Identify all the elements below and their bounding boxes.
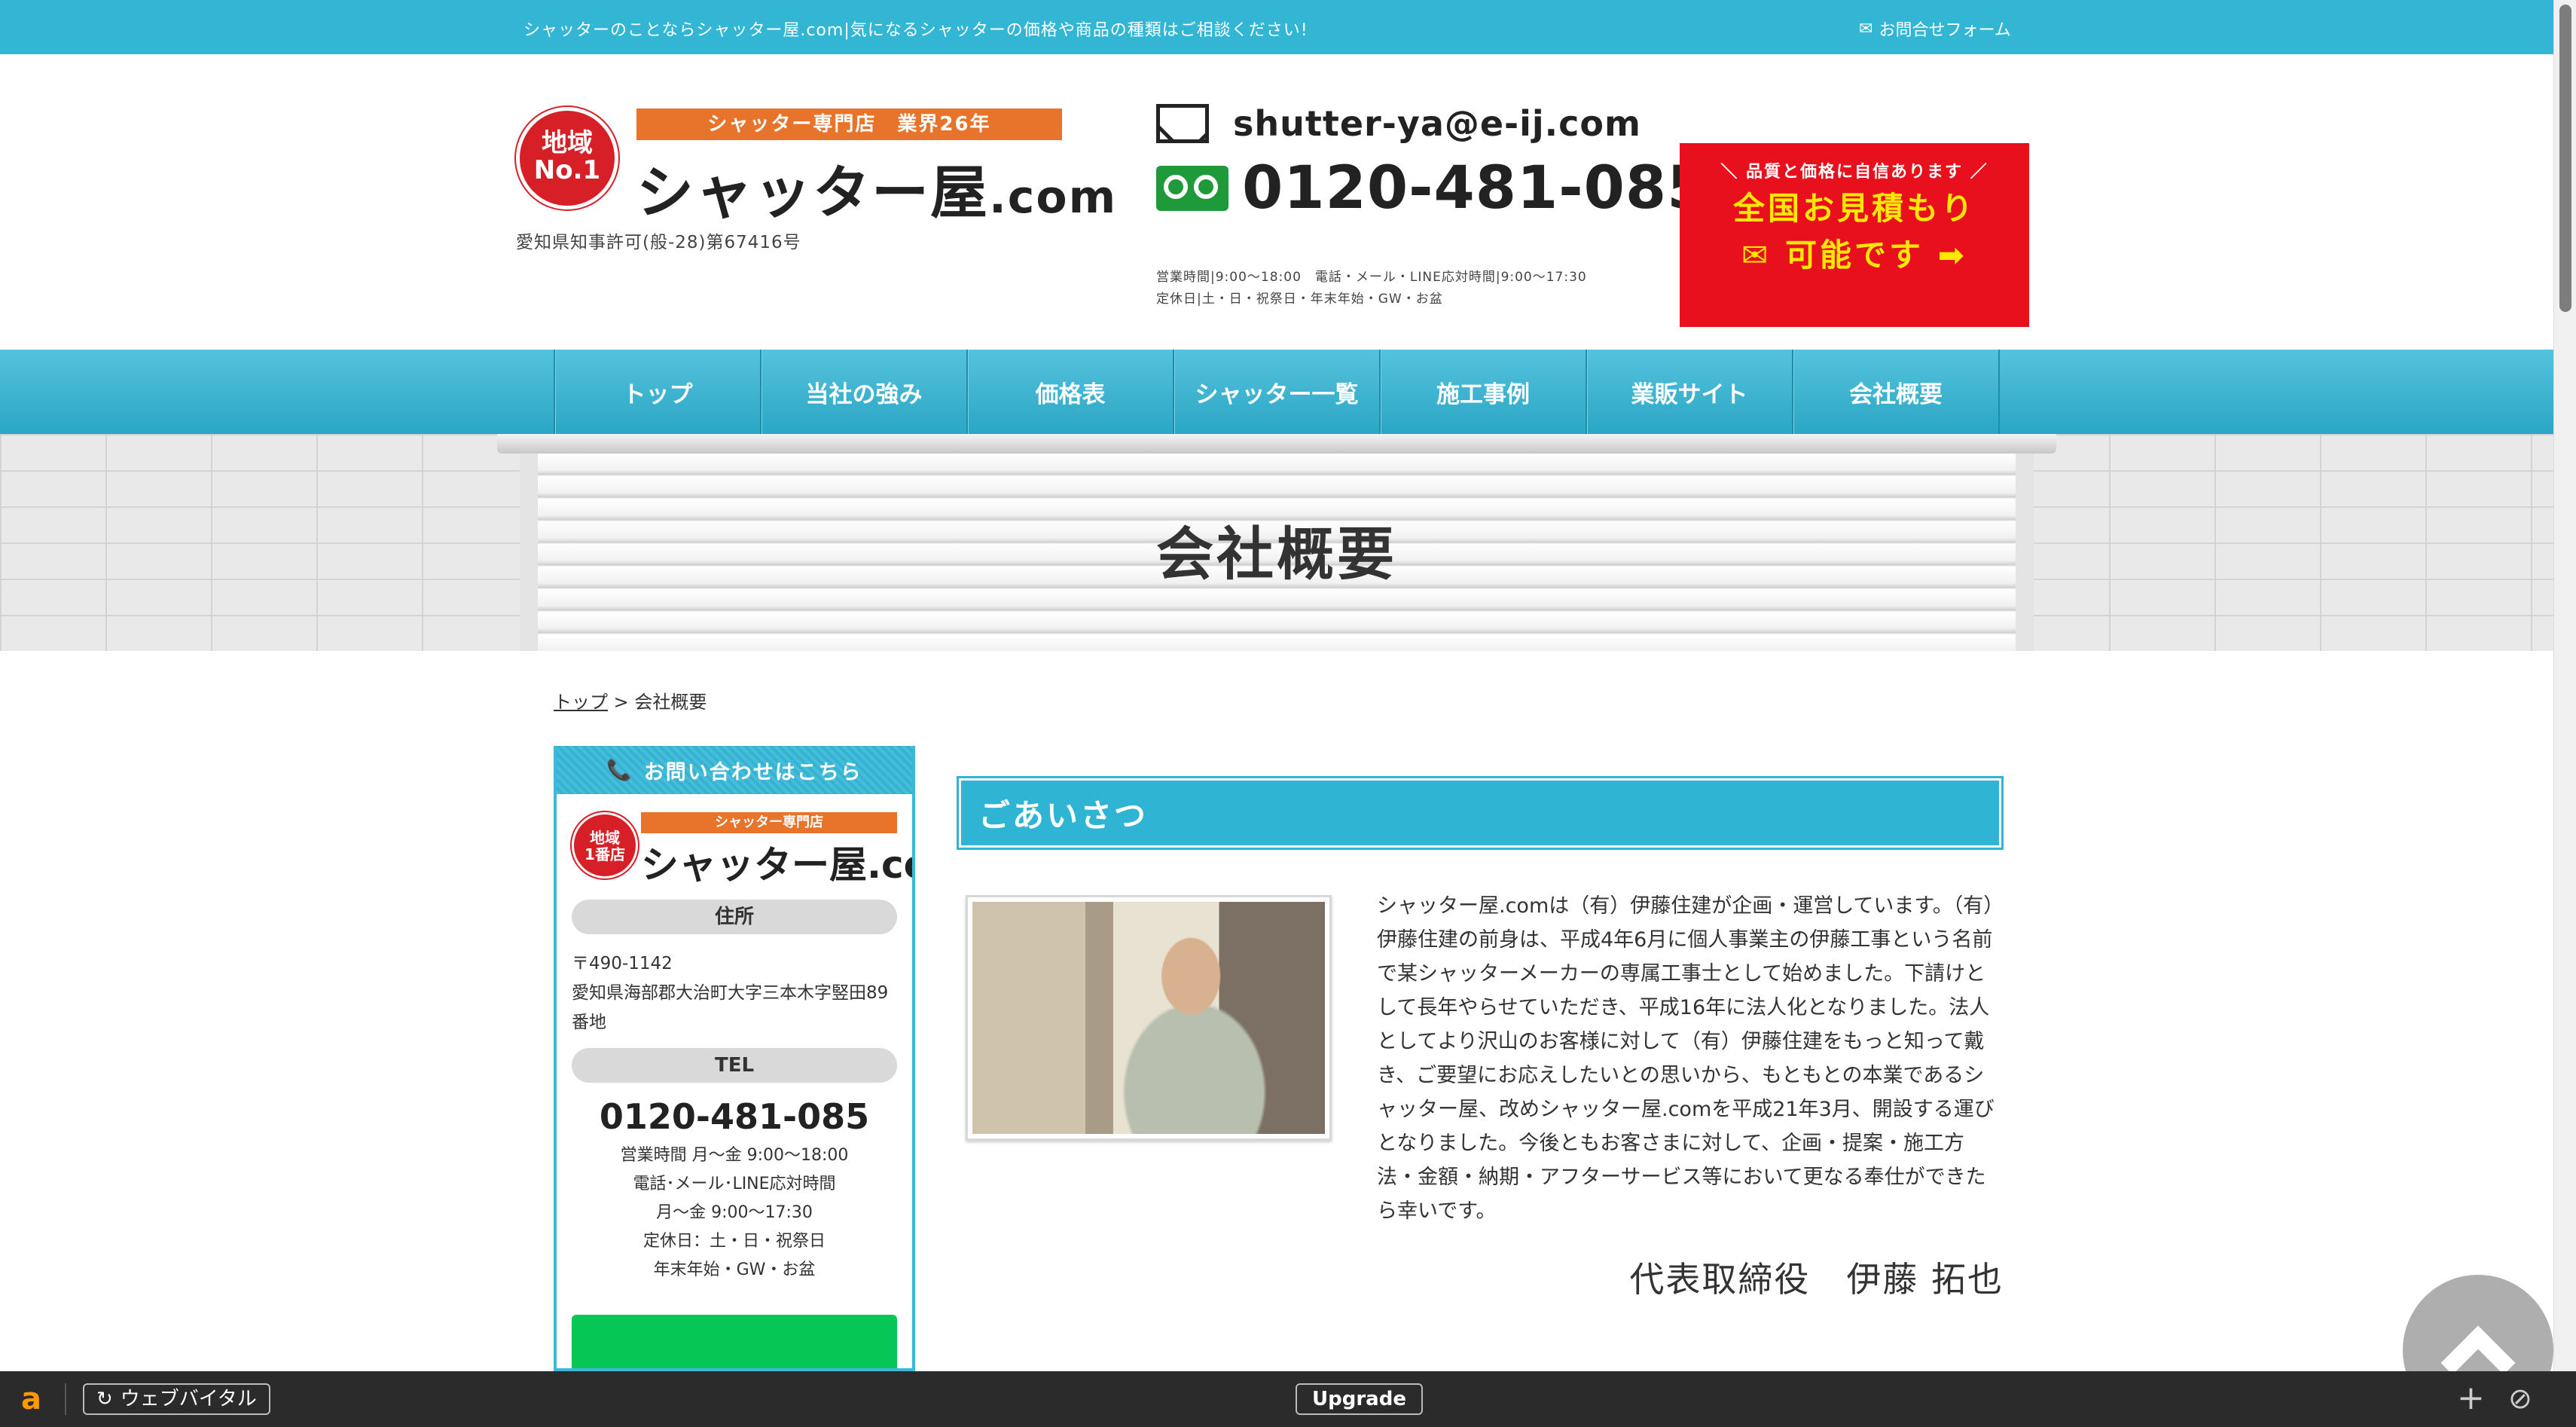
estimate-line1: 全国お見積もり	[1732, 190, 1976, 227]
contact-form-link[interactable]: ✉ お問合せフォーム	[1859, 17, 2011, 41]
page-scrollbar[interactable]	[2553, 0, 2576, 1371]
breadcrumb-current: 会社概要	[634, 692, 707, 713]
web-vitals-button[interactable]: ↻ ウェブバイタル	[83, 1383, 270, 1415]
nav-item-strengths[interactable]: 当社の強み	[762, 350, 968, 434]
postal-code: 〒490-1142	[572, 954, 673, 973]
sidebar-logo-badge: 地域 1番店	[572, 812, 638, 879]
sidebar-hours: 営業時間 月〜金 9:00〜18:00 電話･メール･LINE応対時間 月〜金 …	[557, 1141, 912, 1285]
business-hours: 営業時間|9:00〜18:00 電話・メール・LINE応対時間|9:00〜17:…	[1156, 267, 1587, 310]
address-label: 住所	[572, 900, 897, 934]
refresh-icon: ↻	[96, 1388, 113, 1410]
contact-sidebar: 📞 お問い合わせはこちら 地域 1番店 シャッター専門店 シャッター屋.com …	[554, 746, 915, 1371]
hours-line: 年末年始・GW・お盆	[653, 1260, 816, 1279]
street-address: 愛知県海部郡大治町大字三本木字竪田89番地	[572, 983, 889, 1032]
nav-item-top[interactable]: トップ	[555, 350, 762, 434]
estimate-line2: ✉ 可能です ➡	[1741, 237, 1967, 273]
page-hero: 会社概要	[0, 434, 2553, 651]
nav-item-prices[interactable]: 価格表	[968, 350, 1174, 434]
breadcrumb-home[interactable]: トップ	[554, 692, 608, 713]
address-text: 〒490-1142 愛知県海部郡大治町大字三本木字竪田89番地	[572, 949, 897, 1037]
logo-name: シャッター屋.com	[636, 146, 1117, 229]
main-content: ごあいさつ シャッター屋.comは（有）伊藤住建が企画・運営しています。（有）伊…	[957, 776, 2004, 1300]
sidebar-logo: 地域 1番店 シャッター専門店 シャッター屋.com	[572, 805, 912, 889]
hours-line: 定休日：土・日・祝祭日	[642, 1232, 826, 1251]
greeting-text: シャッター屋.comは（有）伊藤住建が企画・運営しています。（有）伊藤住建の前身…	[1377, 894, 1995, 1223]
hours-line: 営業時間 月〜金 9:00〜18:00	[620, 1146, 849, 1165]
top-bar: シャッターのことならシャッター屋.com|気になるシャッターの価格や商品の種類は…	[0, 0, 2553, 54]
hours-line: 電話･メール･LINE応対時間	[633, 1175, 836, 1193]
contact-form-label: お問合せフォーム	[1879, 21, 2011, 40]
logo-name-text: シャッター屋	[636, 159, 989, 226]
nav-item-shutters[interactable]: シャッター一覧	[1174, 350, 1381, 434]
business-hours-line: 営業時間|9:00〜18:00 電話・メール・LINE応対時間|9:00〜17:…	[1156, 270, 1587, 285]
logo-name-suffix: .com	[989, 171, 1118, 224]
envelope-icon	[1156, 104, 1209, 143]
page-title: 会社概要	[1156, 521, 1397, 588]
sidebar-logo-name: シャッター屋.com	[641, 843, 912, 887]
logo-badge-line1: 地域	[542, 128, 593, 158]
shutter-frame	[497, 434, 2056, 454]
email-address[interactable]: shutter-ya@e-ij.com	[1233, 103, 1641, 144]
section-title-greeting: ごあいさつ	[957, 776, 2004, 850]
upgrade-button[interactable]: Upgrade	[1296, 1383, 1423, 1415]
logo-ribbon: シャッター専門店 業界26年	[636, 108, 1062, 140]
breadcrumb: トップ > 会社概要	[554, 687, 707, 714]
scrollbar-thumb[interactable]	[2559, 5, 2571, 312]
logo-badge-line2: No.1	[533, 154, 601, 185]
amazon-logo-icon[interactable]: a	[21, 1382, 41, 1416]
estimate-banner-button[interactable]: ＼ 品質と価格に自信あります ／ 全国お見積もり ✉ 可能です ➡	[1680, 143, 2029, 327]
site-logo[interactable]: 地域 No.1 シャッター専門店 業界26年 シャッター屋.com	[516, 107, 1116, 226]
phone-contact[interactable]: 0120-481-085	[1156, 154, 1708, 222]
nav-item-wholesale[interactable]: 業販サイト	[1587, 350, 1793, 434]
holiday-line: 定休日|土・日・祝祭日・年末年始・GW・お盆	[1156, 292, 1443, 307]
plus-icon[interactable]: +	[2457, 1379, 2485, 1417]
sidebar-logo-ribbon: シャッター専門店	[641, 812, 897, 833]
sidebar-phone-number[interactable]: 0120-481-085	[557, 1096, 912, 1137]
site-tagline: シャッターのことならシャッター屋.com|気になるシャッターの価格や商品の種類は…	[523, 21, 1308, 40]
freedial-icon	[1156, 166, 1228, 211]
email-contact[interactable]: shutter-ya@e-ij.com	[1156, 103, 1641, 144]
president-photo	[966, 895, 1332, 1141]
president-signature: 代表取締役 伊藤 拓也	[1629, 1259, 2004, 1300]
license-text: 愛知県知事許可(般-28)第67416号	[516, 233, 801, 252]
site-header: 地域 No.1 シャッター専門店 業界26年 シャッター屋.com 愛知県知事許…	[0, 54, 2553, 350]
web-vitals-label: ウェブバイタル	[120, 1388, 257, 1410]
toolbar-divider	[65, 1383, 66, 1415]
nav-item-cases[interactable]: 施工事例	[1381, 350, 1587, 434]
phone-number[interactable]: 0120-481-085	[1242, 154, 1708, 222]
sidebar-header-label: お問い合わせはこちら	[643, 760, 862, 784]
sidebar-header: 📞 お問い合わせはこちら	[557, 746, 912, 794]
estimate-subtext: ＼ 品質と価格に自信あります ／	[1720, 163, 1988, 182]
line-contact-button[interactable]	[572, 1315, 897, 1368]
phone-icon: 📞	[606, 759, 633, 782]
mail-icon: ✉	[1859, 19, 1873, 38]
hours-line: 月〜金 9:00〜17:30	[656, 1203, 813, 1222]
breadcrumb-separator: >	[608, 692, 635, 713]
main-nav: トップ 当社の強み 価格表 シャッター一覧 施工事例 業販サイト 会社概要	[0, 350, 2553, 434]
browser-extension-toolbar: a ↻ ウェブバイタル Upgrade + ⊘	[0, 1371, 2576, 1427]
tel-label: TEL	[572, 1048, 897, 1083]
logo-badge: 地域 No.1	[516, 107, 618, 209]
nav-item-company[interactable]: 会社概要	[1793, 350, 2000, 434]
block-icon[interactable]: ⊘	[2508, 1382, 2532, 1415]
